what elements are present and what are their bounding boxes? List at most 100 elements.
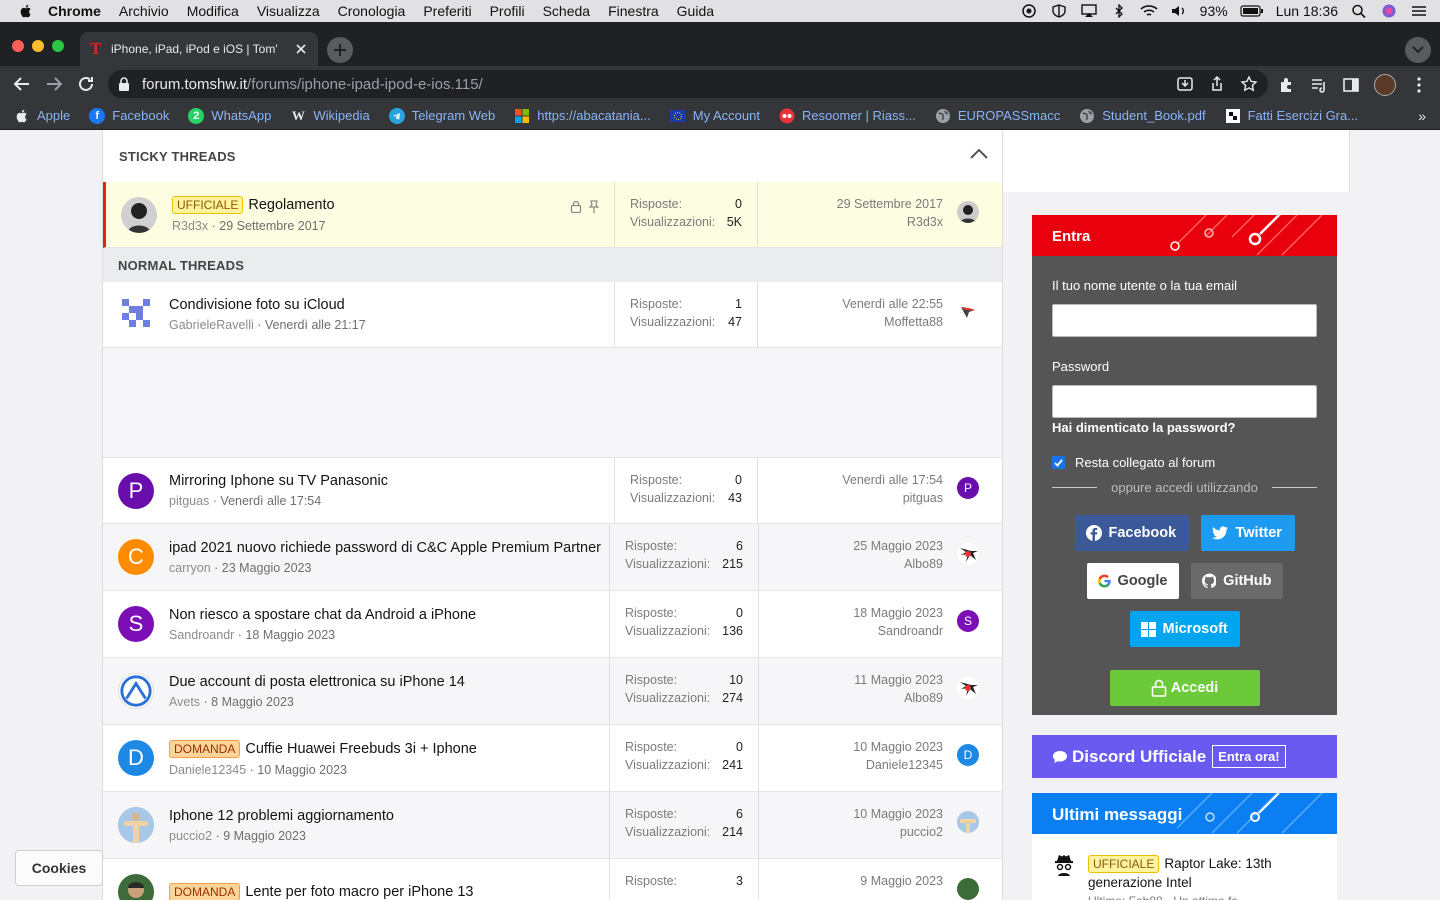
forward-arrow-icon[interactable] [44,74,64,94]
last-post-date[interactable]: Venerdì alle 17:54 [842,471,943,489]
spotlight-search-icon[interactable] [1350,4,1368,18]
last-poster-avatar[interactable] [957,811,979,833]
thread-prefix-badge[interactable]: DOMANDA [169,883,241,900]
bookmark-wikipedia[interactable]: W Wikipedia [290,108,370,124]
media-control-icon[interactable] [1310,76,1328,94]
tab-close-icon[interactable] [294,42,308,56]
last-post-user[interactable]: Daniele12345 [853,756,943,774]
twitter-login-button[interactable]: Twitter [1200,515,1295,551]
thread-date[interactable]: 23 Maggio 2023 [222,561,312,575]
thread-title[interactable]: Lente per foto macro per iPhone 13 [245,884,473,900]
thread-row[interactable]: P Mirroring Iphone su TV Panasonic pitgu… [103,458,1002,524]
last-poster-avatar[interactable] [957,677,979,699]
github-login-button[interactable]: GitHub [1190,563,1283,599]
menu-preferiti[interactable]: Preferiti [423,3,471,19]
last-poster-avatar[interactable]: S [957,610,979,632]
sticky-thread-row[interactable]: UFFICIALE Regolamento R3d3x · 29 Settembr… [103,182,1002,248]
menu-scheda[interactable]: Scheda [543,3,590,19]
latest-post-title-1[interactable]: Raptor Lake: 13th [1164,856,1271,871]
thread-author[interactable]: R3d3x [172,219,208,233]
profile-avatar[interactable] [1374,74,1396,96]
thread-prefix-badge[interactable]: UFFICIALE [172,196,244,214]
thread-author-avatar[interactable] [118,673,154,709]
thread-row[interactable]: Due account di posta elettronica su iPho… [103,658,1002,725]
thread-author-avatar[interactable]: P [118,472,154,509]
menu-modifica[interactable]: Modifica [187,3,239,19]
menu-finestra[interactable]: Finestra [608,3,659,19]
thread-date[interactable]: 8 Maggio 2023 [211,695,294,709]
thread-author-avatar[interactable] [118,874,154,900]
last-post-user[interactable]: R3d3x [837,213,943,231]
browser-tab-active[interactable]: T iPhone, iPad, iPod e iOS | Tom' [80,32,318,66]
thread-title[interactable]: Condivisione foto su iCloud [169,297,345,313]
last-post-date[interactable]: 11 Maggio 2023 [854,671,943,689]
latest-post-meta[interactable]: Ultimo: Fab88 · Un attimo fa [1088,892,1272,900]
last-poster-avatar[interactable] [957,543,979,565]
thread-author-avatar[interactable]: C [118,539,154,575]
username-input[interactable] [1052,304,1317,337]
thread-row[interactable]: D DOMANDA Cuffie Huawei Freebuds 3i + Iph… [103,725,1002,792]
bluetooth-icon[interactable] [1110,4,1128,18]
last-post-user[interactable]: Moffetta88 [842,313,943,331]
thread-author[interactable]: pitguas [169,494,209,508]
cookies-button[interactable]: Cookies [15,850,103,886]
thread-title[interactable]: ipad 2021 nuovo richiede password di C&C… [169,540,601,556]
privacy-icon[interactable] [1020,4,1038,18]
discord-join-button[interactable]: Entra ora! [1212,745,1286,768]
latest-post-item[interactable]: UFFICIALE Raptor Lake: 13th generazione I… [1032,834,1337,900]
forgot-password-link[interactable]: Hai dimenticato la password? [1052,420,1337,435]
more-menu-icon[interactable] [1410,76,1428,94]
bookmark-abacatania[interactable]: https://abacatania... [514,108,651,124]
reload-icon[interactable] [76,74,96,94]
side-panel-icon[interactable] [1342,76,1360,94]
apple-menu-icon[interactable] [18,3,34,19]
lock-icon[interactable] [118,77,130,91]
new-tab-button[interactable] [327,37,353,63]
last-post-date[interactable]: 10 Maggio 2023 [853,805,943,823]
bookmark-resoomer[interactable]: Resoomer | Riass... [779,108,916,124]
bookmark-whatsapp[interactable]: 2 WhatsApp [188,107,271,124]
install-app-icon[interactable] [1176,75,1194,93]
microsoft-login-button[interactable]: Microsoft [1129,611,1240,647]
last-post-date[interactable]: 10 Maggio 2023 [853,738,943,756]
bookmark-facebook[interactable]: f Facebook [89,107,169,124]
bookmark-europass[interactable]: EUROPASSmacc [935,108,1060,124]
thread-row[interactable]: Iphone 12 problemi aggiornamento puccio2… [103,792,1002,859]
thread-date[interactable]: Venerdì alle 17:54 [220,494,321,508]
password-input[interactable] [1052,385,1317,418]
bookmark-fatti-esercizi[interactable]: Fatti Esercizi Gra... [1225,108,1358,124]
remember-checkbox[interactable] [1052,456,1065,469]
last-poster-avatar[interactable] [957,878,979,900]
thread-author-avatar[interactable] [121,196,157,233]
latest-post-title-2[interactable]: generazione Intel [1088,873,1272,892]
latest-post-badge[interactable]: UFFICIALE [1088,855,1160,873]
login-submit-button[interactable]: Accedi [1109,670,1260,706]
back-arrow-icon[interactable] [12,74,32,94]
thread-title[interactable]: Regolamento [248,197,334,213]
thread-date[interactable]: 29 Settembre 2017 [219,219,325,233]
window-zoom-button[interactable] [52,40,64,52]
bookmark-apple[interactable]: Apple [14,108,70,124]
wifi-icon[interactable] [1140,4,1158,18]
window-close-button[interactable] [12,40,24,52]
thread-author-avatar[interactable]: S [118,606,154,642]
collapse-chevron-up-icon[interactable] [970,148,988,160]
last-post-user[interactable]: pitguas [842,489,943,507]
thread-author-avatar[interactable]: D [118,740,154,776]
remember-me[interactable]: Resta collegato al forum [1052,455,1337,470]
thread-row[interactable]: S Non riesco a spostare chat da Android … [103,591,1002,658]
last-post-user[interactable]: Albo89 [854,689,943,707]
last-poster-avatar[interactable] [957,301,979,323]
thread-title[interactable]: Non riesco a spostare chat da Android a … [169,607,476,623]
battery-icon[interactable] [1240,4,1264,18]
last-poster-avatar[interactable]: P [957,477,979,499]
thread-row[interactable]: Condivisione foto su iCloud GabrieleRave… [103,282,1002,348]
thread-prefix-badge[interactable]: DOMANDA [169,739,241,758]
thread-title[interactable]: Iphone 12 problemi aggiornamento [169,808,394,824]
thread-author[interactable]: Sandroandr [169,628,234,642]
last-poster-avatar[interactable] [957,201,979,223]
thread-author-avatar[interactable] [118,807,154,843]
menu-cronologia[interactable]: Cronologia [338,3,406,19]
menu-visualizza[interactable]: Visualizza [257,3,320,19]
thread-row[interactable]: C ipad 2021 nuovo richiede password di C… [103,524,1002,591]
